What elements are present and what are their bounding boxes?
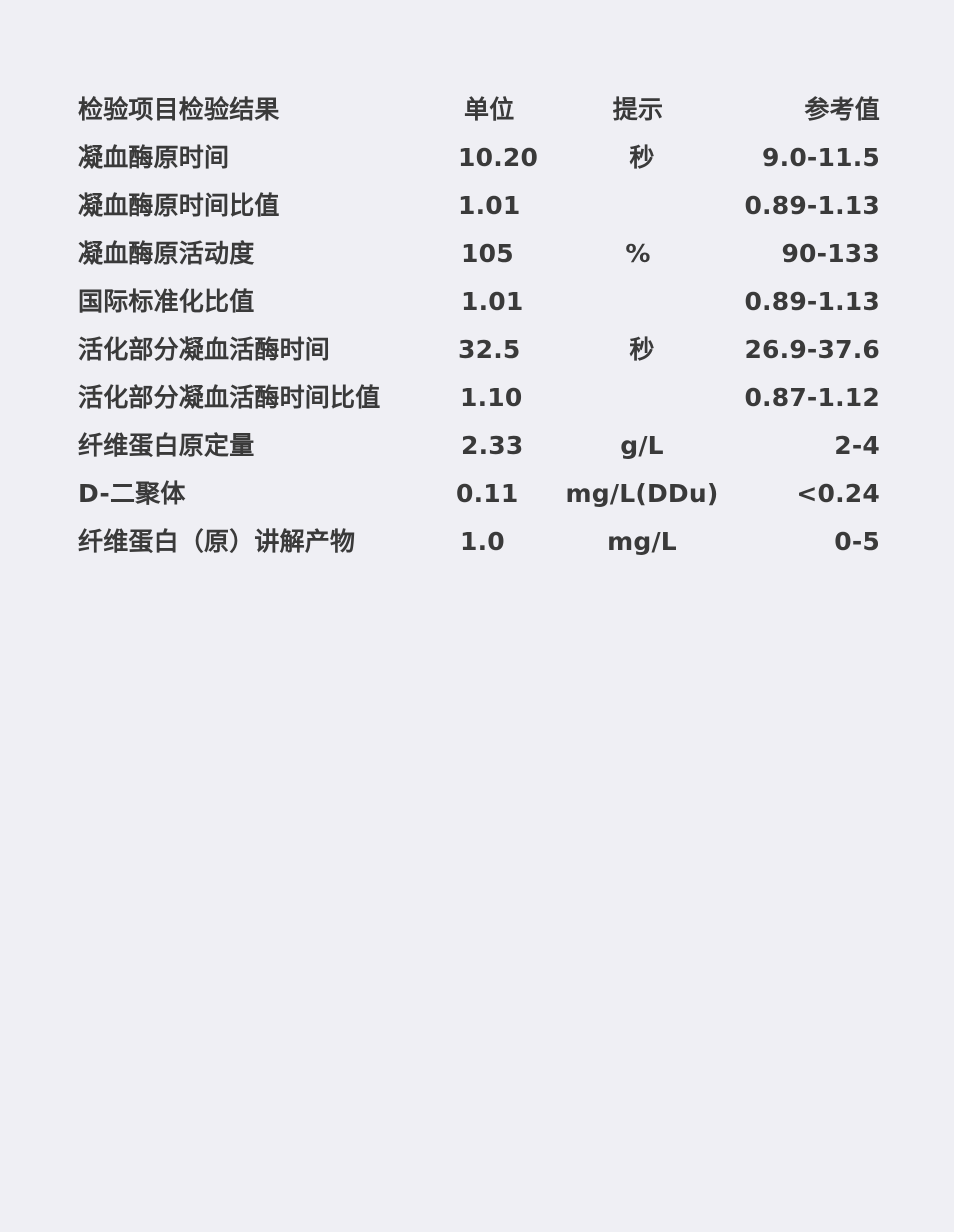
test-name: 纤维蛋白原定量 (78, 431, 255, 460)
test-name: 国际标准化比值 (78, 287, 255, 316)
test-unit: % (625, 239, 651, 268)
test-reference: <0.24 (796, 479, 880, 508)
test-reference: 0.89-1.13 (744, 191, 880, 220)
test-result: 32.5 (458, 335, 521, 364)
test-unit (560, 374, 724, 422)
lab-report-table: 检验项目检验结果 单位 提示 参考值 凝血酶原时间 10.20 秒 9.0-11… (0, 0, 954, 1232)
test-reference: 0.87-1.12 (744, 383, 880, 412)
test-result: 1.01 (458, 191, 521, 220)
table-row: 凝血酶原时间 10.20 秒 9.0-11.5 (0, 134, 954, 182)
test-name: 活化部分凝血活酶时间比值 (78, 383, 381, 412)
test-unit: mg/L (607, 527, 677, 556)
table-row: 活化部分凝血活酶时间比值 1.10 0.87-1.12 (0, 374, 954, 422)
test-name: 凝血酶原时间 (78, 143, 230, 172)
test-unit: 秒 (629, 143, 655, 172)
table-row: 活化部分凝血活酶时间 32.5 秒 26.9-37.6 (0, 326, 954, 374)
test-reference: 90-133 (781, 239, 880, 268)
test-reference: 0-5 (834, 527, 880, 556)
test-unit: mg/L(DDu) (565, 479, 719, 508)
table-row: 纤维蛋白原定量 2.33 g/L 2-4 (0, 422, 954, 470)
test-name: 纤维蛋白（原）讲解产物 (78, 527, 356, 556)
test-result: 1.10 (460, 383, 523, 412)
test-unit: 秒 (629, 335, 655, 364)
test-result: 10.20 (458, 143, 539, 172)
test-result: 105 (461, 239, 514, 268)
table-row: 凝血酶原时间比值 1.01 0.89-1.13 (0, 182, 954, 230)
test-reference: 9.0-11.5 (762, 143, 880, 172)
header-hint-label: 提示 (612, 95, 664, 124)
test-reference: 2-4 (834, 431, 880, 460)
test-reference: 26.9-37.6 (744, 335, 880, 364)
test-unit: g/L (620, 431, 664, 460)
test-name: 活化部分凝血活酶时间 (78, 335, 331, 364)
test-name: D-二聚体 (78, 479, 186, 508)
test-result: 2.33 (461, 431, 524, 460)
test-reference: 0.89-1.13 (744, 287, 880, 316)
header-unit-label: 单位 (464, 95, 515, 124)
header-reference-label: 参考值 (804, 95, 880, 124)
table-row: D-二聚体 0.11 mg/L(DDu) <0.24 (0, 470, 954, 518)
test-unit (560, 278, 724, 326)
test-unit (560, 182, 724, 230)
test-name: 凝血酶原活动度 (78, 239, 255, 268)
table-row: 国际标准化比值 1.01 0.89-1.13 (0, 278, 954, 326)
test-result: 0.11 (456, 479, 519, 508)
table-row: 凝血酶原活动度 105 % 90-133 (0, 230, 954, 278)
test-result: 1.01 (461, 287, 524, 316)
test-name: 凝血酶原时间比值 (78, 191, 280, 220)
test-result: 1.0 (460, 527, 505, 556)
header-item-result-label: 检验项目检验结果 (78, 95, 280, 124)
table-row: 纤维蛋白（原）讲解产物 1.0 mg/L 0-5 (0, 518, 954, 566)
table-header-row: 检验项目检验结果 单位 提示 参考值 (0, 86, 954, 134)
